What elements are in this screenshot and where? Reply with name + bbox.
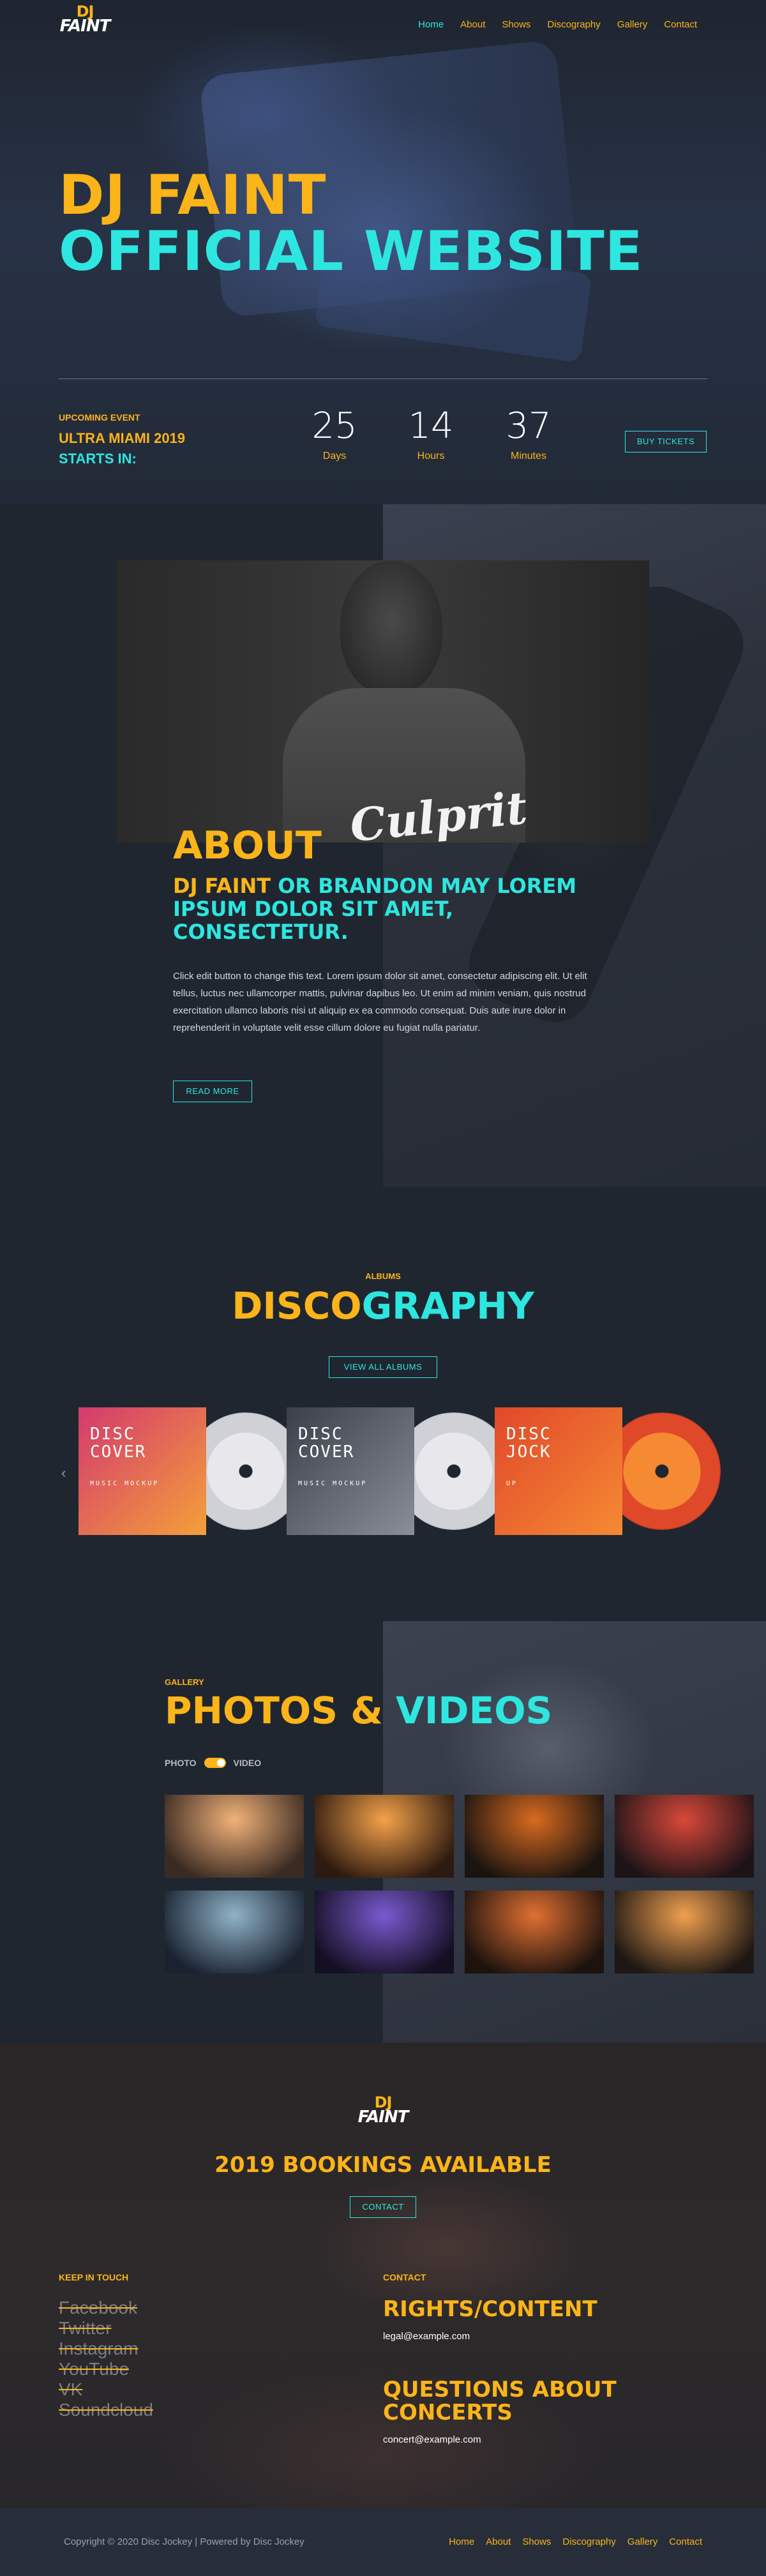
questions-email-link[interactable]: concert@example.com xyxy=(383,2434,481,2445)
footer-logo[interactable]: DJ FAINT xyxy=(357,2095,409,2127)
gallery-title-amp: & xyxy=(338,1689,396,1732)
countdown-minutes-value: 37 xyxy=(506,405,552,447)
main-nav: Home About Shows Discography Gallery Con… xyxy=(418,19,697,30)
countdown-days-unit: Days xyxy=(322,451,347,461)
contact-label: CONTACT xyxy=(383,2272,426,2282)
album-title-line3: MUSIC MOCKUP xyxy=(90,1480,160,1487)
hero-title-line2: OFFICIAL WEBSITE xyxy=(59,220,643,283)
photo-video-toggle: PHOTO VIDEO xyxy=(165,1758,261,1768)
photo-video-switch[interactable] xyxy=(204,1758,226,1768)
social-soundcloud[interactable]: Soundcloud xyxy=(59,2400,153,2420)
switch-knob xyxy=(216,1759,225,1767)
album-title-line2: JOCK xyxy=(506,1442,552,1462)
discography-title-part1: DISCO xyxy=(232,1284,362,1328)
countdown-days: 25 Days xyxy=(303,406,366,462)
album-sleeve: DISC JOCK UP xyxy=(495,1407,622,1535)
gallery-photo[interactable] xyxy=(615,1795,754,1878)
hero-title: DJ FAINT OFFICIAL WEBSITE xyxy=(59,167,643,280)
album-card[interactable]: DISC JOCK UP xyxy=(495,1407,721,1535)
nav-home[interactable]: Home xyxy=(418,19,444,30)
countdown-minutes: 37 Minutes xyxy=(497,406,560,462)
discography-title: DISCOGRAPHY xyxy=(0,1284,766,1328)
gallery-photo[interactable] xyxy=(465,1795,604,1878)
gallery-photo[interactable] xyxy=(465,1891,604,1973)
nav-gallery[interactable]: Gallery xyxy=(617,19,648,30)
buy-tickets-button[interactable]: BUY TICKETS xyxy=(625,431,707,453)
footer-nav: Home About Shows Discography Gallery Con… xyxy=(449,2536,702,2547)
album-title-line1: DISC xyxy=(506,1425,552,1444)
toggle-photo-label[interactable]: PHOTO xyxy=(165,1758,197,1768)
hero-title-line1: DJ FAINT xyxy=(59,163,327,227)
gallery-photo[interactable] xyxy=(165,1891,304,1973)
social-twitter[interactable]: Twitter xyxy=(59,2318,153,2339)
gallery-photo[interactable] xyxy=(165,1795,304,1878)
discography-title-part2: GRAPHY xyxy=(361,1284,534,1328)
gallery-label: GALLERY xyxy=(165,1677,204,1687)
countdown-hours-unit: Hours xyxy=(417,451,445,461)
event-label: UPCOMING EVENT xyxy=(59,412,140,423)
footer-logo-inner: DJ FAINT xyxy=(357,2095,409,2127)
footer-nav-gallery[interactable]: Gallery xyxy=(627,2536,658,2547)
social-facebook[interactable]: Facebook xyxy=(59,2298,153,2318)
gallery-title-part2: VIDEOS xyxy=(395,1689,553,1732)
album-title-line2: COVER xyxy=(90,1442,147,1462)
gallery-title-part1: PHOTOS xyxy=(165,1689,338,1732)
view-all-albums-button[interactable]: VIEW ALL ALBUMS xyxy=(329,1356,437,1378)
footer-nav-shows[interactable]: Shows xyxy=(522,2536,551,2547)
album-title-line3: UP xyxy=(506,1480,518,1487)
copyright-text: Copyright © 2020 Disc Jockey | Powered b… xyxy=(64,2536,304,2547)
nav-about[interactable]: About xyxy=(460,19,485,30)
social-instagram[interactable]: Instagram xyxy=(59,2339,153,2359)
footer-nav-discography[interactable]: Discography xyxy=(562,2536,615,2547)
gallery-photo[interactable] xyxy=(315,1891,454,1973)
album-card[interactable]: DISC COVER MUSIC MOCKUP xyxy=(79,1407,304,1535)
artist-portrait: Culprit xyxy=(117,560,649,842)
about-subtitle: DJ FAINT OR BRANDON MAY LOREM IPSUM DOLO… xyxy=(173,874,594,943)
footer-nav-about[interactable]: About xyxy=(486,2536,511,2547)
about-subtitle-name: DJ FAINT xyxy=(173,874,271,898)
album-title-line1: DISC xyxy=(90,1425,135,1444)
gallery-photo[interactable] xyxy=(315,1795,454,1878)
portrait-head xyxy=(340,560,442,694)
album-sleeve: DISC COVER MUSIC MOCKUP xyxy=(287,1407,414,1535)
footer-nav-home[interactable]: Home xyxy=(449,2536,474,2547)
album-title-line2: COVER xyxy=(298,1442,355,1462)
nav-shows[interactable]: Shows xyxy=(502,19,530,30)
albums-label: ALBUMS xyxy=(365,1271,401,1281)
gallery-photo[interactable] xyxy=(615,1891,754,1973)
rights-title: RIGHTS/CONTENT xyxy=(383,2296,597,2322)
album-card[interactable]: DISC COVER MUSIC MOCKUP xyxy=(287,1407,513,1535)
footer-logo-bottom-text: FAINT xyxy=(357,2107,409,2127)
bookings-title: 2019 BOOKINGS AVAILABLE xyxy=(214,2152,552,2178)
questions-title: QUESTIONS ABOUT CONCERTS xyxy=(383,2377,617,2425)
site-logo[interactable]: DJ FAINT xyxy=(59,4,111,36)
carousel-prev-icon[interactable]: ‹ xyxy=(61,1465,66,1481)
logo-bottom-text: FAINT xyxy=(59,16,111,36)
rights-email-link[interactable]: legal@example.com xyxy=(383,2331,470,2342)
about-title: ABOUT xyxy=(173,823,322,868)
hero-divider xyxy=(59,378,707,379)
event-starts-in: STARTS IN: xyxy=(59,451,137,467)
countdown-minutes-unit: Minutes xyxy=(510,451,547,461)
album-title-line1: DISC xyxy=(298,1425,343,1444)
nav-discography[interactable]: Discography xyxy=(547,19,600,30)
toggle-video-label[interactable]: VIDEO xyxy=(234,1758,262,1768)
album-title-line3: MUSIC MOCKUP xyxy=(298,1480,368,1487)
gallery-title: PHOTOS & VIDEOS xyxy=(165,1689,552,1732)
footer-nav-contact[interactable]: Contact xyxy=(669,2536,702,2547)
countdown-hours: 14 Hours xyxy=(399,406,463,462)
nav-contact[interactable]: Contact xyxy=(664,19,697,30)
keep-in-touch-label: KEEP IN TOUCH xyxy=(59,2272,129,2282)
social-youtube[interactable]: YouTube xyxy=(59,2359,153,2379)
discography-section xyxy=(0,1187,766,1621)
about-body-text: Click edit button to change this text. L… xyxy=(173,971,587,1033)
social-vk[interactable]: VK xyxy=(59,2379,153,2400)
album-sleeve: DISC COVER MUSIC MOCKUP xyxy=(79,1407,206,1535)
event-name: ULTRA MIAMI 2019 xyxy=(59,430,186,446)
contact-button[interactable]: CONTACT xyxy=(350,2196,416,2218)
social-links: Facebook Twitter Instagram YouTube VK So… xyxy=(59,2298,153,2420)
countdown-days-value: 25 xyxy=(312,405,357,447)
read-more-button[interactable]: READ MORE xyxy=(173,1081,252,1102)
countdown-hours-value: 14 xyxy=(408,405,454,447)
